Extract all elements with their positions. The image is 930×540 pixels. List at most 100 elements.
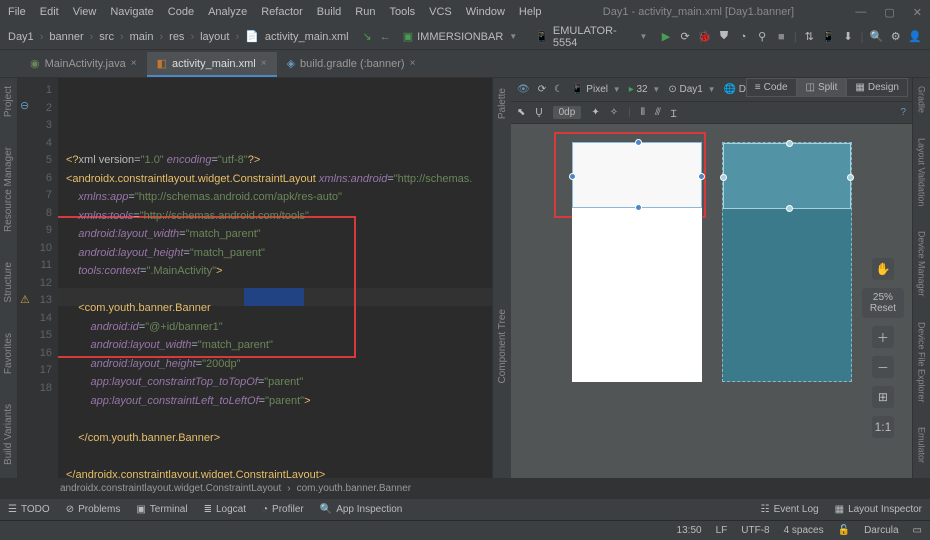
code-content[interactable]: <?xml version="1.0" encoding="utf-8"?> <… [58, 78, 492, 478]
design-preview[interactable] [572, 142, 702, 382]
tool-structure[interactable]: Structure [3, 262, 14, 303]
view-split-button[interactable]: ◫Split [797, 78, 847, 97]
status-line-ending[interactable]: LF [716, 525, 728, 536]
tab-close-icon[interactable]: × [410, 58, 416, 69]
default-margin[interactable]: 0dp [553, 106, 582, 119]
tab-close-icon[interactable]: × [131, 58, 137, 69]
tool-todo[interactable]: ☰TODO [8, 504, 50, 515]
back-icon[interactable]: ← [380, 31, 391, 43]
menu-tools[interactable]: Tools [389, 6, 415, 18]
menu-help[interactable]: Help [519, 6, 542, 18]
zoom-out-icon[interactable]: － [872, 356, 894, 378]
menu-window[interactable]: Window [466, 6, 505, 18]
maximize-icon[interactable]: ▢ [884, 6, 894, 19]
coverage-icon[interactable]: ⛊ [717, 30, 730, 44]
status-memory-icon[interactable]: ▭ [913, 525, 922, 536]
minimize-icon[interactable]: — [855, 6, 866, 19]
fit-icon[interactable]: ⊞ [872, 386, 894, 408]
crumb-res[interactable]: res [169, 31, 184, 43]
view-design-button[interactable]: ▦Design [846, 78, 908, 97]
menu-vcs[interactable]: VCS [429, 6, 452, 18]
crumb-project[interactable]: Day1 [8, 31, 34, 43]
crumb-banner[interactable]: com.youth.banner.Banner [297, 483, 412, 494]
collapse-icon[interactable]: ⊖ [20, 98, 29, 116]
settings-icon[interactable]: ⚙ [889, 30, 902, 44]
tool-app-inspection[interactable]: 🔍App Inspection [320, 504, 403, 515]
tool-terminal[interactable]: ▣Terminal [136, 504, 187, 515]
status-indent[interactable]: 4 spaces [784, 525, 824, 536]
tool-layout-inspector[interactable]: ▦Layout Inspector [835, 504, 922, 515]
menu-view[interactable]: View [73, 6, 97, 18]
sdk-icon[interactable]: ⬇ [842, 30, 855, 44]
palette-label[interactable]: Palette [497, 88, 508, 119]
clear-constraints-icon[interactable]: ✦ [591, 107, 599, 118]
help-icon[interactable]: ? [900, 107, 906, 118]
search-icon[interactable]: 🔍 [869, 30, 883, 44]
crumb-file[interactable]: activity_main.xml [265, 31, 349, 43]
avd-icon[interactable]: 📱 [822, 30, 836, 44]
tool-device-manager[interactable]: Device Manager [917, 231, 927, 297]
close-icon[interactable]: ✕ [913, 6, 922, 19]
menu-code[interactable]: Code [168, 6, 194, 18]
tool-file-explorer[interactable]: Device File Explorer [917, 322, 927, 403]
design-canvas[interactable]: ✋ 25% Reset ＋ － ⊞ 1:1 [511, 124, 912, 478]
tool-project[interactable]: Project [3, 86, 14, 117]
blueprint-preview[interactable] [722, 142, 852, 382]
tool-favorites[interactable]: Favorites [3, 333, 14, 374]
eye-icon[interactable]: 👁 [517, 84, 530, 95]
crumb-constraint-layout[interactable]: androidx.constraintlayout.widget.Constra… [60, 483, 281, 494]
status-lock-icon[interactable]: 🔓 [838, 525, 850, 536]
profiler-icon[interactable]: ◔ [737, 30, 750, 44]
tab-activity-main[interactable]: ◧ activity_main.xml × [147, 52, 277, 77]
crumb-src[interactable]: src [99, 31, 114, 43]
status-position[interactable]: 13:50 [677, 525, 702, 536]
device-dropdown[interactable]: 📱 EMULATOR-5554 ▼ [529, 23, 653, 51]
tool-emulator[interactable]: Emulator [917, 427, 927, 463]
attach-debugger-icon[interactable]: ⚲ [756, 30, 769, 44]
component-tree-label[interactable]: Component Tree [497, 309, 508, 384]
account-icon[interactable]: 👤 [908, 30, 922, 44]
tool-resource-manager[interactable]: Resource Manager [3, 147, 14, 232]
tool-gradle[interactable]: Gradle [917, 86, 927, 113]
apply-changes-icon[interactable]: ⟳ [679, 30, 692, 44]
code-editor[interactable]: ≡Code ◫Split ▦Design 1234567891011121314… [18, 78, 912, 478]
vcs-icon[interactable]: ⇅ [803, 30, 816, 44]
stop-icon[interactable]: ■ [775, 30, 788, 44]
pack-icon[interactable]: ⫻ [655, 107, 661, 118]
theme-dropdown[interactable]: ⊙ Day1 ▼ [668, 84, 715, 95]
tab-build-gradle[interactable]: ◈ build.gradle (:banner) × [277, 52, 426, 77]
run-config-dropdown[interactable]: ▣ IMMERSIONBAR ▼ [397, 28, 524, 45]
zoom-in-icon[interactable]: ＋ [872, 326, 894, 348]
guidelines-icon[interactable]: Ɪ [671, 106, 677, 120]
tool-logcat[interactable]: ≣Logcat [204, 504, 246, 515]
tool-problems[interactable]: ⊘Problems [66, 504, 121, 515]
status-theme[interactable]: Darcula [864, 525, 898, 536]
tab-mainactivity[interactable]: ◉ MainActivity.java × [20, 52, 147, 77]
tool-profiler[interactable]: ◔Profiler [262, 504, 304, 515]
autoconnect-icon[interactable]: Ų [535, 107, 542, 118]
menu-build[interactable]: Build [317, 6, 341, 18]
actual-size-icon[interactable]: 1:1 [872, 416, 894, 438]
night-icon[interactable]: ☾ [554, 84, 563, 95]
select-icon[interactable]: ⬉ [517, 107, 525, 118]
crumb-main[interactable]: main [130, 31, 154, 43]
debug-icon[interactable]: 🐞 [698, 30, 712, 44]
tool-event-log[interactable]: ☷Event Log [761, 504, 819, 515]
align-icon[interactable]: ⫴ [641, 107, 645, 118]
device-type-dropdown[interactable]: 📱 Pixel ▼ [571, 84, 621, 95]
orientation-icon[interactable]: ⟳ [538, 84, 546, 95]
menu-navigate[interactable]: Navigate [110, 6, 153, 18]
zoom-level[interactable]: 25% Reset [862, 288, 904, 318]
infer-constraints-icon[interactable]: ✧ [610, 107, 618, 118]
pan-icon[interactable]: ✋ [872, 258, 894, 280]
tab-close-icon[interactable]: × [261, 58, 267, 69]
banner-view-blueprint[interactable] [723, 143, 851, 209]
menu-edit[interactable]: Edit [40, 6, 59, 18]
sync-icon[interactable]: ↘ [361, 30, 374, 44]
menu-refactor[interactable]: Refactor [261, 6, 303, 18]
crumb-module[interactable]: banner [49, 31, 83, 43]
view-code-button[interactable]: ≡Code [746, 78, 797, 97]
tool-layout-validation[interactable]: Layout Validation [917, 138, 927, 206]
tool-build-variants[interactable]: Build Variants [3, 404, 14, 465]
menu-run[interactable]: Run [355, 6, 375, 18]
